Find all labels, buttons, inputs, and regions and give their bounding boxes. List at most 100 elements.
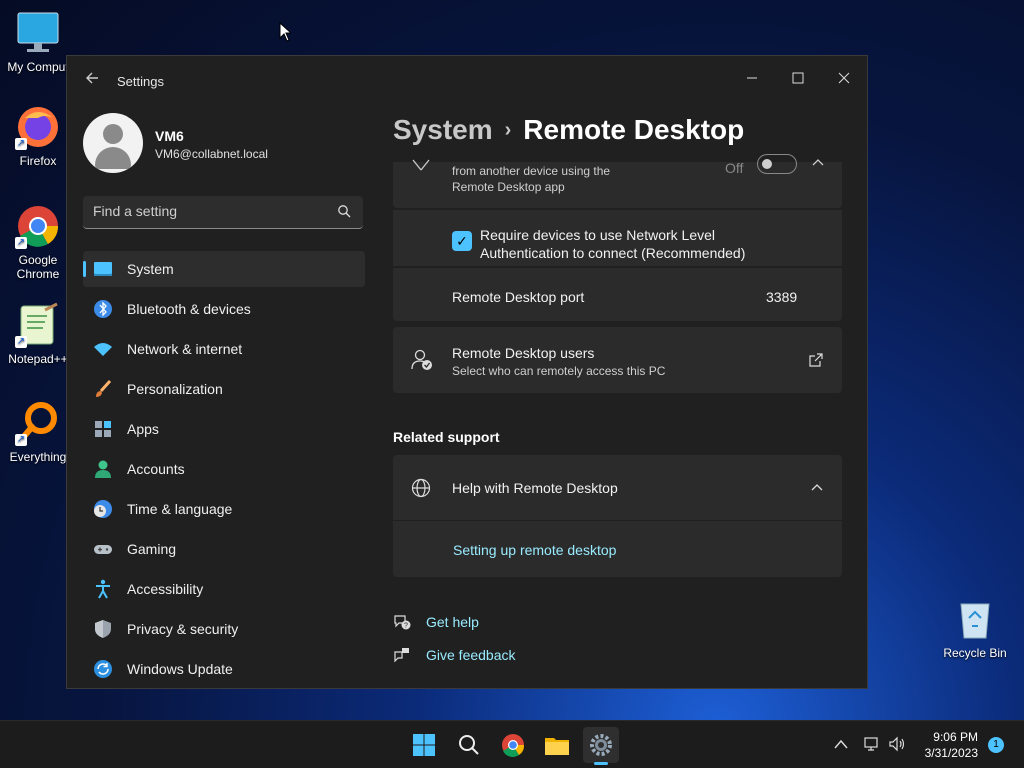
clock-globe-icon [94,500,112,518]
chrome-icon: ↗ [15,203,61,249]
remote-desktop-users-card[interactable]: Remote Desktop users Select who can remo… [393,327,842,393]
port-value: 3389 [766,289,798,305]
clock-date: 3/31/2023 [924,746,978,760]
sidebar-item-apps[interactable]: Apps [83,411,365,447]
network-status-button[interactable] [863,735,881,753]
desktop-icon-notepad-plus-plus[interactable]: ↗ Notepad++ [2,302,74,366]
start-button[interactable] [406,727,442,763]
sidebar-item-privacy-security[interactable]: Privacy & security [83,611,365,647]
sidebar-item-label: Personalization [127,381,223,397]
nla-checkbox[interactable]: ✓ [452,231,472,251]
breadcrumb-parent[interactable]: System [393,114,493,145]
settings-icon [590,734,612,756]
maximize-button[interactable] [775,64,821,94]
desktop-icon-recycle-bin[interactable]: Recycle Bin [939,596,1011,660]
search-icon [459,735,479,755]
sidebar-item-gaming[interactable]: Gaming [83,531,365,567]
arrow-left-icon [86,72,98,84]
nla-label-line2: Authentication to connect (Recommended) [480,245,746,261]
search-box[interactable] [83,196,363,229]
brush-icon [96,379,112,397]
mouse-cursor-icon [279,21,293,47]
taskbar-settings-button[interactable] [583,727,619,765]
setting-up-remote-desktop-link[interactable]: Setting up remote desktop [453,542,616,558]
sidebar-item-time-language[interactable]: Time & language [83,491,365,527]
page-title: Remote Desktop [523,114,745,145]
sidebar-item-system[interactable]: System [83,251,365,287]
sidebar-item-personalization[interactable]: Personalization [83,371,365,407]
taskbar-search-button[interactable] [451,727,487,763]
sidebar-item-windows-update[interactable]: Windows Update [83,651,365,687]
avatar [83,113,143,173]
desktop-icon-label: Everything [9,450,67,464]
users-check-icon [411,349,432,370]
person-icon [95,460,111,478]
bluetooth-icon [94,300,112,318]
network-icon [864,737,878,751]
sidebar-item-label: System [127,261,174,277]
sidebar-item-label: Apps [127,421,159,437]
taskbar-clock[interactable]: 9:06 PM 3/31/2023 [925,729,978,761]
feedback-icon [394,648,409,663]
sidebar-item-bluetooth[interactable]: Bluetooth & devices [83,291,365,327]
notification-badge[interactable]: 1 [988,737,1004,753]
sidebar-item-label: Accounts [127,461,185,477]
desktop-icon-my-computer[interactable]: My Comput [2,10,74,74]
chevron-up-icon[interactable] [811,483,823,491]
sidebar-item-label: Accessibility [127,581,204,597]
desktop-icon-everything[interactable]: ↗ Everything [2,400,74,464]
help-remote-desktop-header[interactable]: Help with Remote Desktop [393,455,842,521]
speaker-icon [889,736,905,752]
sidebar-item-network[interactable]: Network & internet [83,331,365,367]
desktop-icon-label: Notepad++ [8,352,68,366]
chevron-up-icon [834,739,848,749]
back-button[interactable] [81,70,103,92]
show-hidden-icons-button[interactable] [832,735,850,753]
remote-desktop-users-subtitle: Select who can remotely access this PC [452,364,666,378]
gamepad-icon [94,545,112,554]
toggle-state-label: Off [725,160,744,176]
search-icon[interactable] [337,204,351,218]
file-explorer-icon [545,738,569,755]
sidebar-item-accounts[interactable]: Accounts [83,451,365,487]
remote-desktop-toggle[interactable] [757,154,797,174]
open-external-icon[interactable] [809,353,823,367]
port-setting-card: Remote Desktop port 3389 [393,268,842,321]
taskbar-chrome-button[interactable] [495,727,531,763]
close-button[interactable] [821,64,867,94]
related-support-heading: Related support [393,429,500,445]
sidebar-item-label: Time & language [127,501,233,517]
desktop-icon-label: Recycle Bin [943,646,1007,660]
chevron-up-icon[interactable] [812,158,824,166]
give-feedback-link[interactable]: Give feedback [393,645,533,665]
desktop-icon-label: Firefox [19,154,57,168]
search-input[interactable] [93,203,323,219]
minimize-icon [747,77,757,79]
desktop-icon-firefox[interactable]: ↗ Firefox [2,104,74,168]
apps-icon [95,421,111,437]
maximize-icon [792,72,804,84]
notepad-plus-plus-icon: ↗ [15,302,61,348]
minimize-button[interactable] [729,64,775,94]
windows-start-icon [413,734,435,756]
desktop-icon-label: My Comput [7,60,69,74]
taskbar-file-explorer-button[interactable] [539,727,575,763]
system-icon [94,262,112,276]
accessibility-icon [96,579,110,599]
remote-desktop-toggle-card: from another device using the Remote Des… [393,154,842,208]
remote-desktop-description-line2: Remote Desktop app [452,180,565,194]
update-icon [94,660,112,678]
sidebar-item-accessibility[interactable]: Accessibility [83,571,365,607]
desktop-icon-label: Google Chrome [16,253,60,281]
sidebar-item-label: Network & internet [127,341,243,357]
wifi-icon [94,343,112,356]
volume-button[interactable] [888,735,906,753]
profile-email: VM6@collabnet.local [155,147,268,161]
help-chat-icon: ? [394,615,411,630]
firefox-icon: ↗ [15,104,61,150]
sidebar-item-label: Windows Update [127,661,233,677]
get-help-link[interactable]: ? Get help [393,612,513,632]
settings-window: Settings VM6 VM6@collabnet.local System … [66,55,868,689]
user-profile[interactable]: VM6 VM6@collabnet.local [83,113,373,175]
desktop-icon-google-chrome[interactable]: ↗ Google Chrome [2,203,74,281]
